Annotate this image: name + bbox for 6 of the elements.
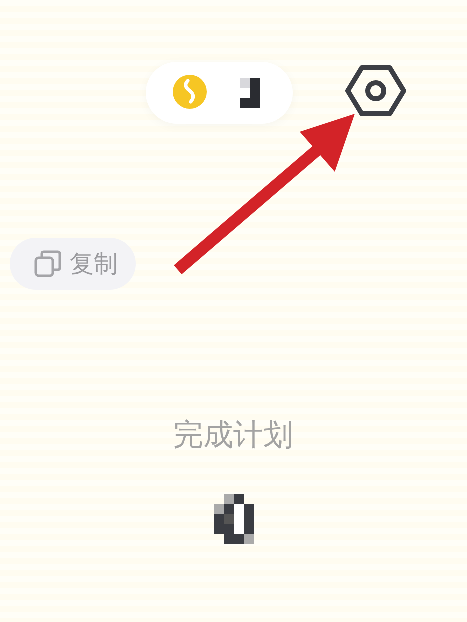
copy-button[interactable]: 复制 — [10, 238, 136, 290]
settings-icon — [345, 64, 407, 118]
mosaic-drawing — [240, 78, 260, 108]
mosaic-drawing — [214, 494, 254, 544]
copy-icon — [34, 250, 62, 278]
stat-label: 完成计划 — [174, 418, 294, 454]
